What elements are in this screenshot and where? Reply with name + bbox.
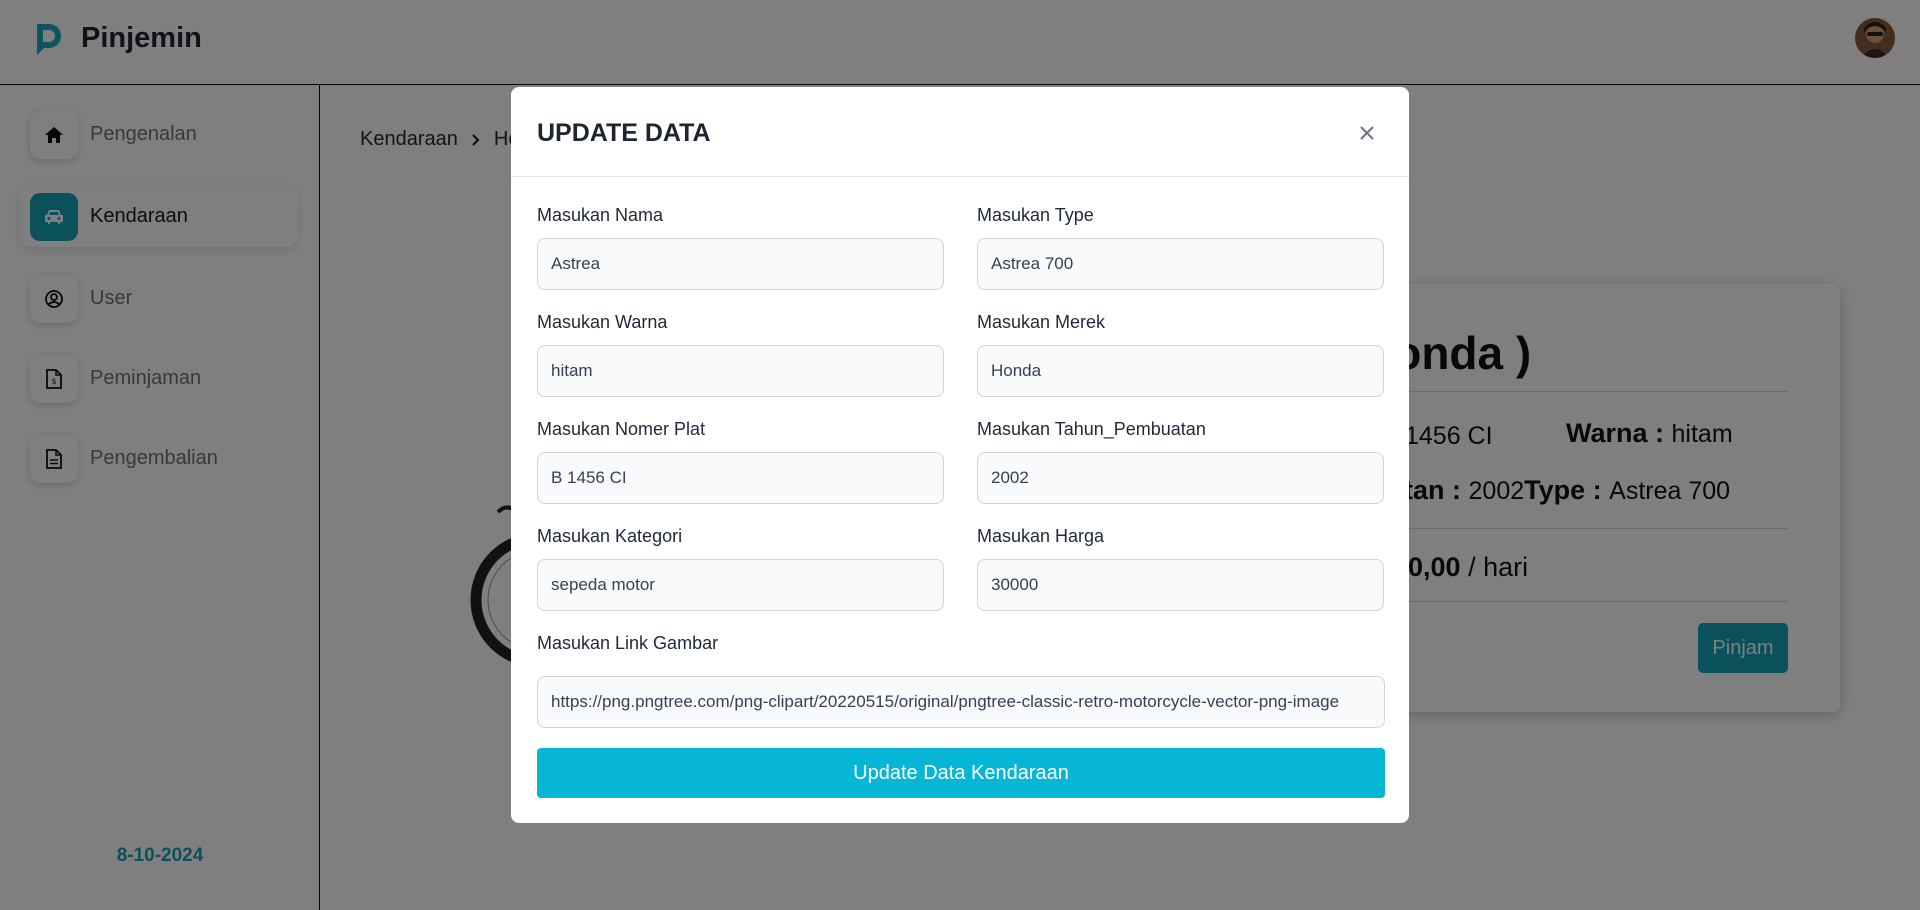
tahun-label: Masukan Tahun_Pembuatan xyxy=(977,419,1206,439)
update-data-kendaraan-button[interactable]: Update Data Kendaraan xyxy=(537,748,1385,798)
kategori-label: Masukan Kategori xyxy=(537,526,683,546)
gambar-label: Masukan Link Gambar xyxy=(537,633,719,653)
type-label: Masukan Type xyxy=(977,205,1094,225)
update-data-modal: UPDATE DATA Masukan Nama Masukan Type Ma… xyxy=(511,87,1409,823)
modal-title: UPDATE DATA xyxy=(537,119,711,147)
close-button[interactable] xyxy=(1353,119,1381,147)
tahun-input[interactable] xyxy=(977,452,1384,504)
harga-input[interactable] xyxy=(977,559,1384,611)
kategori-input[interactable] xyxy=(537,559,944,611)
close-icon xyxy=(1360,126,1374,140)
type-input[interactable] xyxy=(977,238,1384,290)
modal-header: UPDATE DATA xyxy=(511,87,1409,177)
nama-label: Masukan Nama xyxy=(537,205,664,225)
harga-label: Masukan Harga xyxy=(977,526,1105,546)
merek-input[interactable] xyxy=(977,345,1384,397)
gambar-input[interactable] xyxy=(537,676,1385,728)
warna-label: Masukan Warna xyxy=(537,312,668,332)
nama-input[interactable] xyxy=(537,238,944,290)
warna-input[interactable] xyxy=(537,345,944,397)
merek-label: Masukan Merek xyxy=(977,312,1106,332)
plat-label: Masukan Nomer Plat xyxy=(537,419,706,439)
plat-input[interactable] xyxy=(537,452,944,504)
